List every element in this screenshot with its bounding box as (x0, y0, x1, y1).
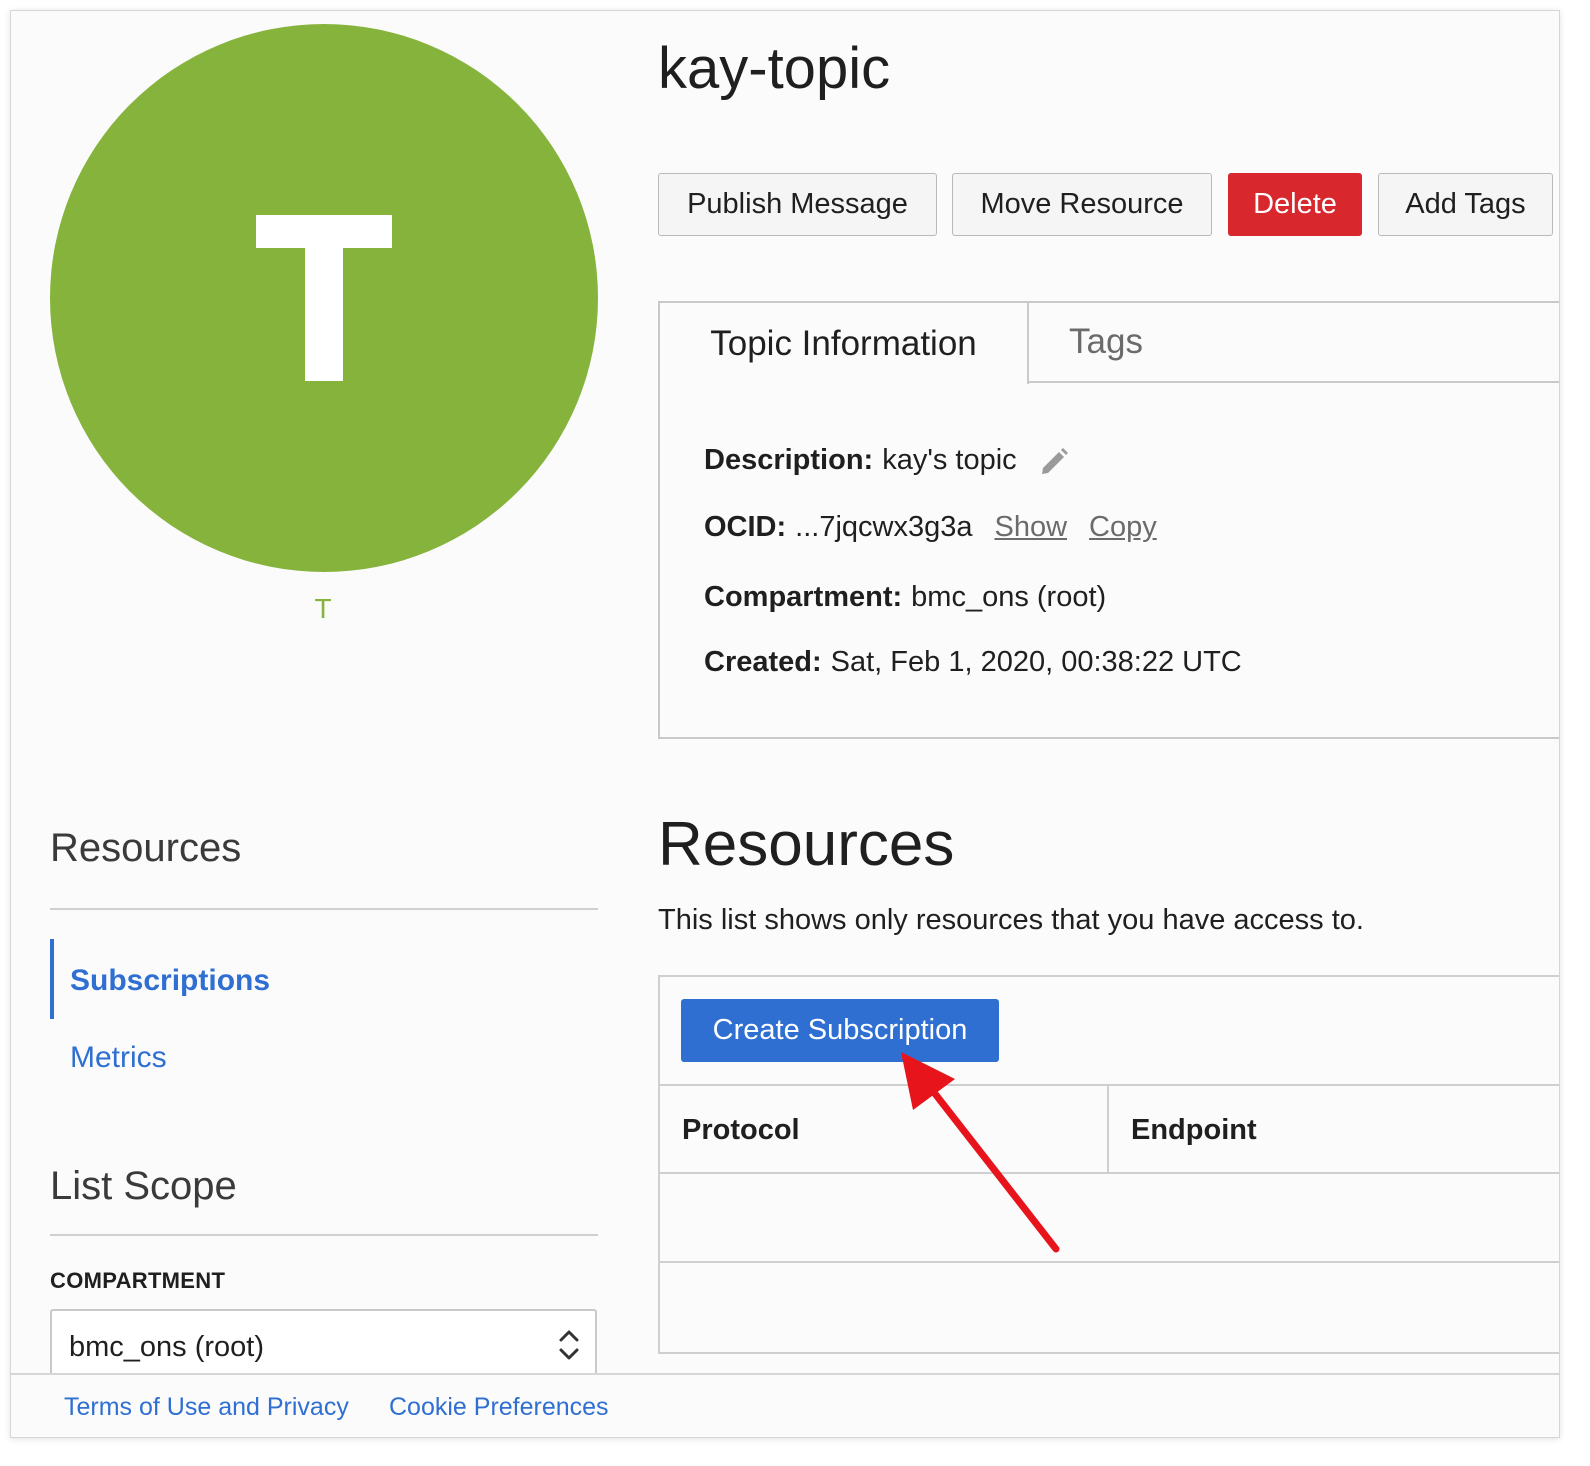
table-header-top-border (658, 1084, 1559, 1086)
topic-avatar (50, 24, 598, 572)
resources-subtitle: This list shows only resources that you … (658, 904, 1364, 936)
terms-of-use-link[interactable]: Terms of Use and Privacy (64, 1393, 349, 1422)
compartment-select-value: bmc_ons (root) (69, 1331, 265, 1363)
description-value: kay's topic (882, 444, 1017, 476)
description-row: Description: kay's topic (704, 444, 1071, 478)
compartment-field-label: COMPARTMENT (50, 1268, 226, 1293)
created-row: Created: Sat, Feb 1, 2020, 00:38:22 UTC (704, 646, 1242, 679)
list-scope-divider (50, 1234, 598, 1236)
table-row-border (658, 1261, 1559, 1263)
created-label: Created: (704, 646, 822, 678)
compartment-row: Compartment: bmc_ons (root) (704, 581, 1106, 614)
publish-message-button[interactable]: Publish Message (658, 173, 937, 236)
sidebar-resources-heading: Resources (50, 826, 242, 870)
tab-topic-information[interactable]: Topic Information (658, 301, 1029, 384)
tab-divider (1027, 381, 1559, 383)
compartment-label: Compartment: (704, 581, 903, 613)
column-header-endpoint[interactable]: Endpoint (1131, 1114, 1257, 1147)
ocid-label: OCID: (704, 511, 787, 543)
ocid-copy-link[interactable]: Copy (1089, 511, 1157, 544)
page-frame: T kay-topic Publish Message Move Resourc… (10, 10, 1560, 1438)
column-header-protocol[interactable]: Protocol (682, 1114, 800, 1147)
description-label: Description: (704, 444, 874, 476)
ocid-row: OCID: ...7jqcwx3g3a Show Copy (704, 511, 1157, 544)
sidebar-item-metrics[interactable]: Metrics (70, 1041, 167, 1075)
pencil-icon[interactable] (1037, 444, 1071, 478)
ocid-show-link[interactable]: Show (995, 511, 1068, 544)
created-value: Sat, Feb 1, 2020, 00:38:22 UTC (830, 646, 1242, 678)
add-tags-button[interactable]: Add Tags (1378, 173, 1553, 236)
sidebar-item-subscriptions[interactable]: Subscriptions (70, 964, 270, 998)
list-scope-heading: List Scope (50, 1164, 237, 1208)
delete-button[interactable]: Delete (1228, 173, 1362, 236)
avatar-caption: T (314, 593, 332, 624)
table-header-bottom-border (658, 1172, 1559, 1174)
cookie-preferences-link[interactable]: Cookie Preferences (389, 1393, 609, 1422)
sidebar-divider (50, 908, 598, 910)
chevron-up-down-icon (559, 1330, 579, 1360)
resources-heading: Resources (658, 810, 955, 879)
sidebar-active-indicator (50, 939, 54, 1019)
column-divider (1107, 1084, 1109, 1174)
page-title: kay-topic (658, 36, 891, 101)
ocid-value: ...7jqcwx3g3a (795, 511, 973, 543)
avatar-letter-glyph (256, 215, 392, 381)
compartment-value: bmc_ons (root) (911, 581, 1107, 613)
tab-tags[interactable]: Tags (1051, 317, 1161, 367)
move-resource-button[interactable]: Move Resource (952, 173, 1212, 236)
create-subscription-button[interactable]: Create Subscription (681, 999, 999, 1062)
